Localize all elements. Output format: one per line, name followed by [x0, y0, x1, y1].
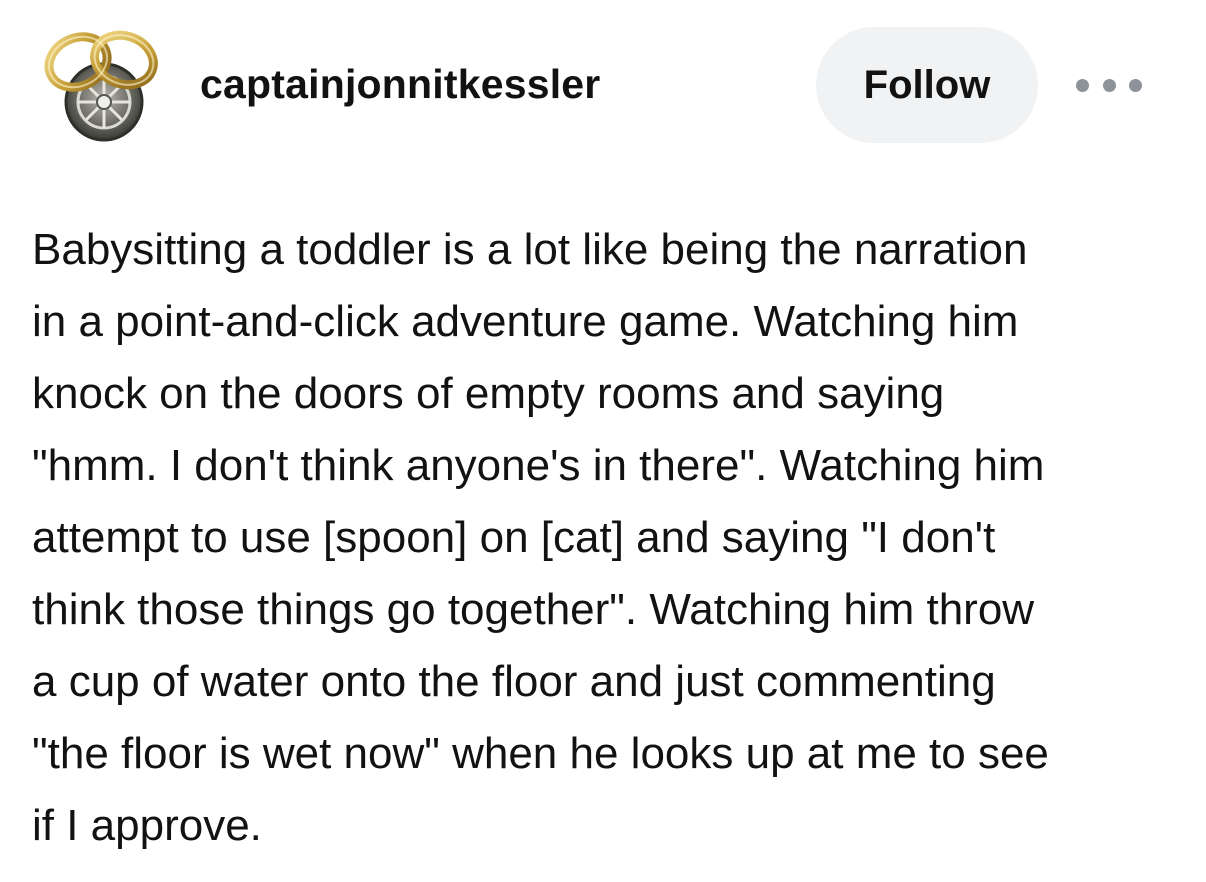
- more-options-button[interactable]: [1076, 68, 1142, 102]
- avatar[interactable]: [38, 22, 166, 146]
- post-text-line: if I approve.: [32, 801, 262, 850]
- more-options-icon: [1102, 78, 1116, 92]
- post-text-line: attempt to use [spoon] on [cat] and sayi…: [32, 513, 996, 562]
- post-text-line: Babysitting a toddler is a lot like bein…: [32, 225, 1028, 274]
- post-text-line: in a point-and-click adventure game. Wat…: [32, 297, 1019, 346]
- post-body: Babysitting a toddler is a lot like bein…: [32, 214, 1182, 862]
- more-options-icon: [1129, 78, 1142, 92]
- post-text-line: a cup of water onto the floor and just c…: [32, 657, 996, 706]
- post-text-line: knock on the doors of empty rooms and sa…: [32, 369, 945, 418]
- post-header: captainjonnitkessler Follow: [0, 0, 1206, 180]
- post-text-line: "hmm. I don't think anyone's in there". …: [32, 441, 1045, 490]
- gold-rings-wheel-icon: [44, 30, 158, 142]
- username[interactable]: captainjonnitkessler: [200, 61, 600, 108]
- post-text-line: think those things go together". Watchin…: [32, 585, 1035, 634]
- more-options-icon: [1076, 78, 1089, 92]
- follow-button[interactable]: Follow: [816, 27, 1038, 143]
- post-text-line: "the floor is wet now" when he looks up …: [32, 729, 1049, 778]
